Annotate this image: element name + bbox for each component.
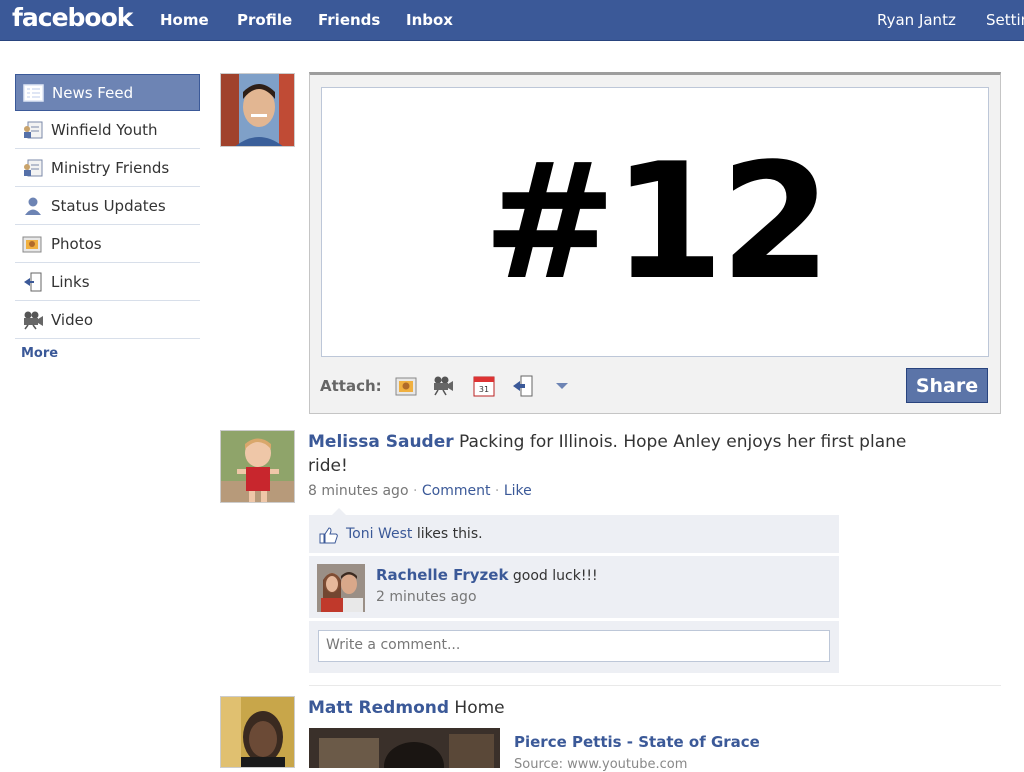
video-thumbnail[interactable] (309, 728, 500, 768)
links-icon (22, 272, 44, 292)
attachment-source: Source: www.youtube.com (514, 757, 688, 772)
photos-icon (22, 234, 44, 254)
status-input[interactable]: #12 (321, 87, 989, 357)
sidebar-item-label: Ministry Friends (51, 158, 170, 177)
user-avatar[interactable] (220, 73, 295, 147)
story-message-line1: Packing for Illinois. Hope Anley enjoys … (459, 432, 907, 452)
likes-text: Toni West likes this. (346, 526, 483, 542)
commenter-name[interactable]: Rachelle Fryzek (376, 566, 508, 584)
like-link[interactable]: Like (504, 483, 532, 499)
sidebar-item-video[interactable]: Video (15, 301, 200, 339)
sidebar-item-label: Links (51, 272, 90, 291)
nav-profile[interactable]: Profile (237, 11, 292, 29)
attachment-title-link[interactable]: Pierce Pettis - State of Grace (514, 733, 760, 751)
story-message-text: Home (454, 698, 505, 718)
svg-text:31: 31 (479, 385, 489, 394)
top-bar: facebook Home Profile Friends Inbox Ryan… (0, 0, 1024, 41)
write-comment-row: Write a comment... (309, 621, 839, 673)
sidebar-item-winfield-youth[interactable]: Winfield Youth (15, 111, 200, 149)
sidebar-item-label: Status Updates (51, 196, 166, 215)
settings-link[interactable]: Settin (986, 11, 1024, 29)
video-icon (22, 310, 44, 330)
photos-icon[interactable] (395, 375, 417, 397)
comment-text: good luck!!! (512, 568, 598, 584)
separator: · (494, 483, 500, 499)
likes-row: Toni West likes this. (309, 515, 839, 553)
sidebar: News Feed Winfield Youth Ministry Friend… (15, 74, 200, 361)
sidebar-item-status-updates[interactable]: Status Updates (15, 187, 200, 225)
ufi-arrow (332, 508, 346, 515)
status-composer: #12 Attach: 31 Share (309, 72, 1001, 414)
links-icon[interactable] (512, 375, 534, 397)
likes-suffix: likes this. (416, 526, 483, 542)
share-button[interactable]: Share (906, 368, 988, 403)
friend-list-icon (22, 158, 44, 178)
status-text: #12 (482, 128, 832, 315)
comment-input[interactable]: Write a comment... (318, 630, 830, 662)
liker-name[interactable]: Toni West (346, 526, 412, 542)
comment-body: Rachelle Fryzek good luck!!! (376, 566, 598, 584)
story-author-avatar[interactable] (220, 430, 295, 503)
sidebar-item-links[interactable]: Links (15, 263, 200, 301)
comment-row: Rachelle Fryzek good luck!!! 2 minutes a… (309, 556, 839, 618)
more-link[interactable]: More (15, 346, 200, 361)
nav-home[interactable]: Home (160, 11, 209, 29)
story-author-name[interactable]: Matt Redmond (308, 698, 449, 718)
story-message: Matt Redmond Home (308, 696, 505, 720)
story-meta: 8 minutes ago · Comment · Like (308, 483, 532, 499)
story-message: Melissa Sauder Packing for Illinois. Hop… (308, 430, 906, 478)
commenter-avatar[interactable] (317, 564, 365, 612)
sidebar-item-label: News Feed (52, 83, 134, 102)
sidebar-item-photos[interactable]: Photos (15, 225, 200, 263)
sidebar-item-label: Winfield Youth (51, 120, 158, 139)
sidebar-item-ministry-friends[interactable]: Ministry Friends (15, 149, 200, 187)
story-divider (309, 685, 1001, 686)
status-icon (22, 196, 44, 216)
event-icon[interactable]: 31 (473, 375, 495, 397)
news-feed-icon (23, 83, 45, 103)
sidebar-item-news-feed[interactable]: News Feed (15, 74, 200, 111)
comment-timestamp: 2 minutes ago (376, 589, 477, 605)
attach-label: Attach: (320, 377, 382, 395)
nav-inbox[interactable]: Inbox (406, 11, 453, 29)
story-author-avatar[interactable] (220, 696, 295, 768)
facebook-logo[interactable]: facebook (12, 3, 133, 32)
friend-list-icon (22, 120, 44, 140)
user-name-link[interactable]: Ryan Jantz (877, 11, 956, 29)
story-author-name[interactable]: Melissa Sauder (308, 432, 454, 452)
video-icon[interactable] (432, 375, 454, 397)
nav-friends[interactable]: Friends (318, 11, 380, 29)
story-message-line2: ride! (308, 456, 348, 476)
separator: · (412, 483, 418, 499)
dropdown-arrow-icon[interactable] (552, 375, 574, 397)
story-timestamp: 8 minutes ago (308, 483, 409, 499)
thumbs-up-icon (319, 526, 339, 544)
comment-link[interactable]: Comment (422, 483, 491, 499)
sidebar-item-label: Video (51, 310, 94, 329)
sidebar-item-label: Photos (51, 234, 102, 253)
